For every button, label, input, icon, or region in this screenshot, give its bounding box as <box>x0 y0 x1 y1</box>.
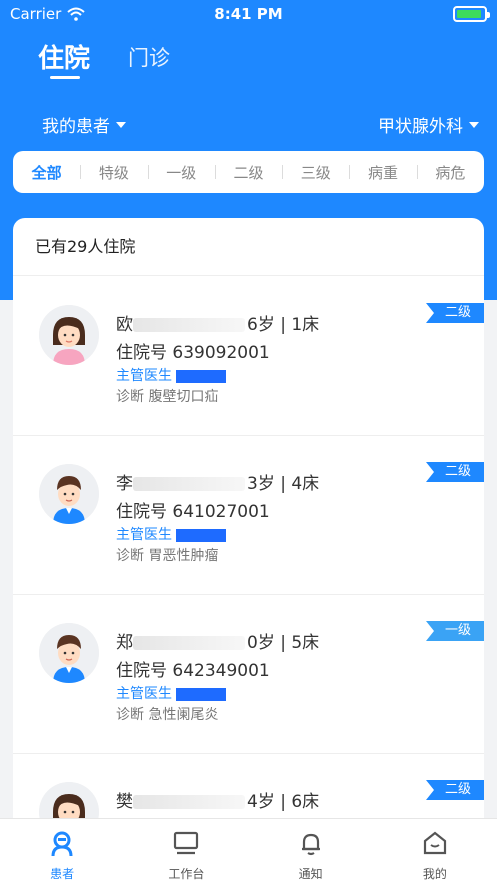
attending-doctor: 主管医生 <box>116 683 226 703</box>
tab-mine-label: 我的 <box>422 867 447 881</box>
level-special[interactable]: 特级 <box>80 162 147 183</box>
tab-patients[interactable]: 患者 <box>0 819 124 883</box>
level-badge: 二级 <box>426 462 484 482</box>
patient-name-age-bed: 李 3岁 | 4床 <box>116 474 320 494</box>
bell-icon <box>301 833 320 856</box>
attending-doctor: 主管医生 <box>116 524 226 544</box>
tab-mine[interactable]: 我的 <box>373 819 497 883</box>
level-second[interactable]: 二级 <box>214 162 282 183</box>
level-critical[interactable]: 病危 <box>416 162 484 183</box>
tab-notify-label: 通知 <box>298 867 323 881</box>
tab-inpatient[interactable]: 住院 <box>38 38 90 75</box>
department-label: 甲状腺外科 <box>378 117 463 137</box>
home-icon <box>423 831 446 855</box>
level-first[interactable]: 一级 <box>147 162 215 183</box>
level-third[interactable]: 三级 <box>282 162 349 183</box>
tab-underline <box>50 76 80 79</box>
diagnosis: 诊断 腹壁切口疝 <box>116 389 219 405</box>
male-avatar-icon <box>39 623 99 683</box>
admission-number: 住院号 641027001 <box>116 502 270 522</box>
diagnosis: 诊断 急性阑尾炎 <box>116 707 219 723</box>
attending-doctor: 主管医生 <box>116 365 226 385</box>
level-badge: 一级 <box>426 621 484 641</box>
patient-row[interactable]: 欧 6岁 | 1床 住院号 639092001 主管医生 诊断 腹壁切口疝 二级 <box>13 277 484 436</box>
admission-number: 住院号 642349001 <box>116 661 270 681</box>
tab-outpatient[interactable]: 门诊 <box>128 42 170 72</box>
department-dropdown[interactable]: 甲状腺外科 <box>378 112 479 137</box>
caret-down-icon <box>469 121 479 128</box>
clock: 8:41 PM <box>214 5 283 23</box>
level-filter-bar: 全部 特级 一级 二级 三级 病重 病危 <box>13 151 484 193</box>
patient-name-age-bed: 欧 6岁 | 1床 <box>116 315 320 335</box>
tab-workbench-label: 工作台 <box>168 867 205 881</box>
my-patients-dropdown[interactable]: 我的患者 <box>42 112 126 137</box>
monitor-icon <box>174 831 199 855</box>
tab-workbench[interactable]: 工作台 <box>124 819 248 883</box>
patient-list: 已有29人住院 欧 6岁 | 1床 住院号 639092001 主管医生 诊断 腹… <box>13 218 484 818</box>
caret-down-icon <box>116 121 126 128</box>
level-badge: 二级 <box>426 780 484 800</box>
diagnosis: 诊断 胃恶性肿瘤 <box>116 548 219 564</box>
my-patients-label: 我的患者 <box>42 117 110 137</box>
level-serious[interactable]: 病重 <box>349 162 416 183</box>
battery-icon <box>453 6 490 22</box>
filter-row: 我的患者 甲状腺外科 <box>0 112 497 138</box>
level-all[interactable]: 全部 <box>13 162 80 183</box>
status-bar: Carrier 8:41 PM <box>0 0 497 28</box>
level-badge: 二级 <box>426 303 484 323</box>
patient-row[interactable]: 樊 4岁 | 6床 二级 <box>13 754 484 818</box>
admission-number: 住院号 639092001 <box>116 343 270 363</box>
patient-name-age-bed: 郑 0岁 | 5床 <box>116 633 320 653</box>
female-avatar-icon <box>39 782 99 818</box>
tab-patients-label: 患者 <box>50 867 75 881</box>
inpatient-count: 已有29人住院 <box>13 218 484 276</box>
male-avatar-icon <box>39 464 99 524</box>
top-tabs: 住院 门诊 <box>0 38 497 88</box>
bottom-tab-bar: 患者 工作台 通知 我的 <box>0 818 497 883</box>
patient-icon <box>51 831 73 857</box>
patient-name-age-bed: 樊 4岁 | 6床 <box>116 792 320 812</box>
patient-row[interactable]: 李 3岁 | 4床 住院号 641027001 主管医生 诊断 胃恶性肿瘤 二级 <box>13 436 484 595</box>
patient-row[interactable]: 郑 0岁 | 5床 住院号 642349001 主管医生 诊断 急性阑尾炎 一级 <box>13 595 484 754</box>
female-avatar-icon <box>39 305 99 365</box>
tab-notify[interactable]: 通知 <box>249 819 373 883</box>
